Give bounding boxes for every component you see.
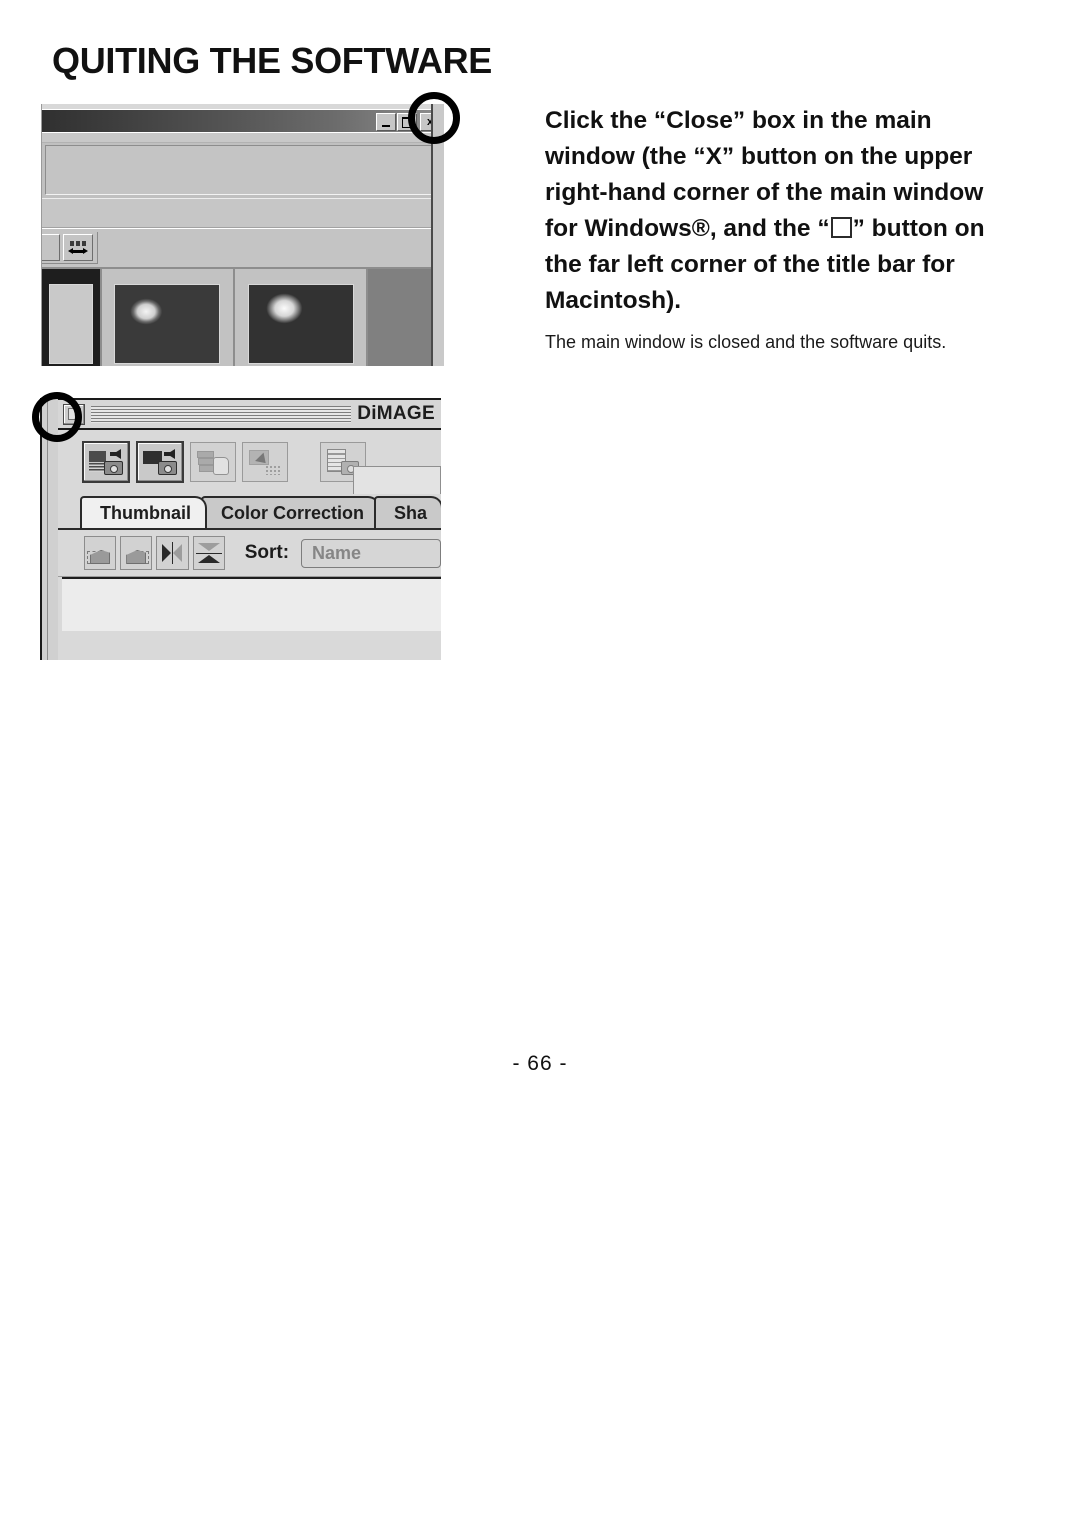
minimize-button[interactable] — [376, 113, 396, 131]
macintosh-main-window-screenshot: DiMAGE Thumbnail Color Correction Sha So… — [40, 398, 441, 660]
flip-vertical-button[interactable] — [192, 536, 225, 570]
rotate-right-button[interactable] — [120, 536, 153, 570]
tab-color-correction[interactable]: Color Correction — [201, 496, 381, 528]
thumbnail-image — [48, 284, 93, 364]
flip-horizontal-icon — [159, 542, 185, 564]
windows-menubar[interactable] — [42, 132, 444, 143]
move-images-button[interactable] — [242, 442, 288, 482]
mac-window-body: DiMAGE Thumbnail Color Correction Sha So… — [58, 398, 441, 660]
windows-titlebar: x — [42, 110, 444, 132]
load-from-camera-button[interactable] — [82, 441, 130, 483]
rotate-left-icon — [87, 542, 113, 564]
sort-label: Sort: — [244, 542, 290, 563]
tab-thumbnail[interactable]: Thumbnail — [80, 496, 207, 528]
mac-sort-toolbar: Sort: Name — [58, 530, 441, 577]
move-arrow-icon — [249, 449, 281, 475]
windows-toolbar-group — [42, 232, 98, 264]
thumbnail-cell-selected[interactable] — [42, 269, 102, 366]
thumbnail-size-button[interactable] — [63, 234, 93, 261]
instruction-heading: Click the “Close” box in the main window… — [545, 103, 1015, 319]
windows-thumbnail-strip — [42, 267, 444, 366]
mac-titlebar: DiMAGE — [58, 398, 441, 430]
page-title: QUITING THE SOFTWARE — [52, 40, 492, 81]
mac-tabstrip: Thumbnail Color Correction Sha — [58, 494, 441, 530]
thumbnail-cell-flowers-2[interactable] — [235, 269, 369, 366]
mac-window-title: DiMAGE — [357, 403, 435, 424]
minimize-icon — [382, 124, 390, 127]
double-arrow-icon — [68, 247, 88, 255]
mac-close-box-glyph-icon — [830, 217, 852, 238]
rotate-left-button[interactable] — [84, 536, 117, 570]
mac-titlebar-stripes — [91, 405, 352, 423]
mac-toolbar — [58, 430, 441, 530]
flip-horizontal-button[interactable] — [156, 536, 189, 570]
thumbnail-image — [247, 284, 354, 364]
thumbnail-cell-flowers-1[interactable] — [101, 269, 236, 366]
mac-close-box-highlight-circle — [32, 392, 82, 442]
camera-stack-all-icon — [143, 449, 177, 475]
instruction-result-text: The main window is closed and the softwa… — [545, 332, 947, 352]
rotate-right-icon — [123, 542, 150, 564]
flip-vertical-icon — [195, 542, 222, 564]
toolbar-partial-button[interactable] — [42, 234, 60, 261]
sort-dropdown[interactable]: Name — [301, 538, 441, 568]
windows-toolbar — [42, 228, 444, 267]
dots-icon — [70, 240, 86, 246]
close-button-highlight-circle — [408, 92, 460, 144]
thumbnail-image — [114, 284, 221, 364]
camera-stack-icon — [89, 449, 123, 475]
save-pages-icon — [197, 449, 229, 475]
windows-secondary-panel — [42, 198, 444, 228]
page-number: - 66 - — [512, 1052, 568, 1075]
windows-upper-panel — [45, 145, 441, 195]
windows-main-window-screenshot: x — [41, 104, 444, 366]
tab-sharpness[interactable]: Sha — [374, 496, 441, 528]
save-images-button[interactable] — [190, 442, 236, 482]
instruction-block: Click the “Close” box in the main window… — [545, 103, 1015, 355]
mac-thumbnail-area — [62, 577, 441, 631]
load-all-from-camera-button[interactable] — [136, 441, 184, 483]
